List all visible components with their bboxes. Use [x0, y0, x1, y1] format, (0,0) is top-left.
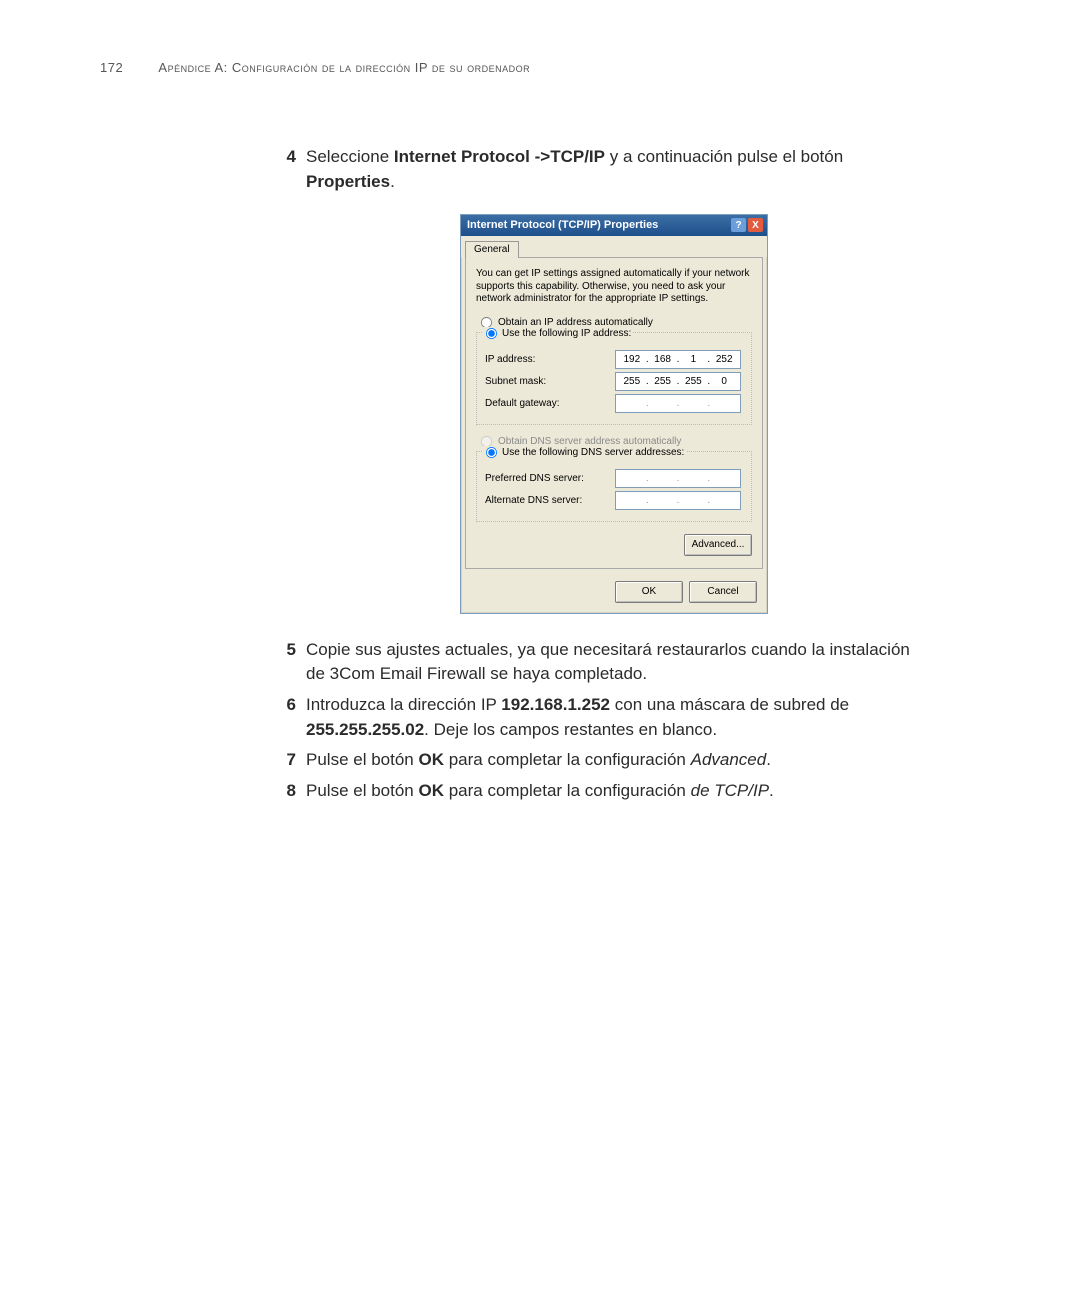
step-5-text: Copie sus ajustes actuales, ya que neces… [306, 638, 930, 687]
ip-address-label: IP address: [485, 354, 615, 365]
step-8: 8 Pulse el botón OK para completar la co… [270, 779, 930, 804]
step-number: 4 [270, 145, 296, 170]
page-number: 172 [100, 60, 155, 75]
step-number: 7 [270, 748, 296, 773]
radio-use-ip-input[interactable] [486, 328, 497, 339]
step-7-text-c: . [766, 750, 771, 769]
dialog-description: You can get IP settings assigned automat… [476, 268, 752, 306]
step-4: 4 Seleccione Internet Protocol ->TCP/IP … [270, 145, 930, 194]
step-6-text-c: . Deje los campos restantes en blanco. [424, 720, 717, 739]
ip-oct-4: 252 [712, 354, 736, 365]
tab-general[interactable]: General [465, 241, 519, 258]
radio-use-ip-label: Use the following IP address: [502, 328, 631, 339]
pref-dns-field[interactable]: . . . [615, 469, 741, 488]
page-header: 172 Apéndice A: Configuración de la dire… [100, 60, 980, 75]
step-8-text-a: Pulse el botón [306, 781, 418, 800]
ip-oct-3: 1 [681, 354, 705, 365]
default-gateway-field[interactable]: . . . [615, 394, 741, 413]
sn-oct-2: 255 [651, 376, 675, 387]
step-7-text-a: Pulse el botón [306, 750, 418, 769]
dialog-titlebar: Internet Protocol (TCP/IP) Properties ? … [461, 215, 767, 236]
step-7: 7 Pulse el botón OK para completar la co… [270, 748, 930, 773]
step-8-text-b: para completar la configuración [444, 781, 691, 800]
ip-oct-1: 192 [620, 354, 644, 365]
advanced-button[interactable]: Advanced... [684, 534, 752, 556]
ip-oct-2: 168 [651, 354, 675, 365]
radio-use-dns[interactable]: Use the following DNS server addresses: [483, 446, 686, 459]
alt-dns-field[interactable]: . . . [615, 491, 741, 510]
step-7-text-b: para completar la configuración [444, 750, 691, 769]
close-button[interactable]: X [748, 218, 763, 232]
subnet-mask-label: Subnet mask: [485, 376, 615, 387]
step-8-text-c: . [769, 781, 774, 800]
step-5: 5 Copie sus ajustes actuales, ya que nec… [270, 638, 930, 687]
radio-use-dns-input[interactable] [486, 447, 497, 458]
question-icon: ? [735, 220, 741, 231]
radio-use-ip[interactable]: Use the following IP address: [483, 327, 633, 340]
step-8-bold: OK [418, 781, 444, 800]
tcpip-properties-dialog: Internet Protocol (TCP/IP) Properties ? … [460, 214, 768, 614]
step-7-italic: Advanced [691, 750, 767, 769]
step-6: 6 Introduzca la dirección IP 192.168.1.2… [270, 693, 930, 742]
alt-dns-label: Alternate DNS server: [485, 495, 615, 506]
step-4-text-b: y a continuación pulse el botón [605, 147, 843, 166]
dialog-panel: You can get IP settings assigned automat… [465, 257, 763, 569]
dialog-title: Internet Protocol (TCP/IP) Properties [467, 219, 658, 231]
pref-dns-label: Preferred DNS server: [485, 473, 615, 484]
step-number: 6 [270, 693, 296, 718]
close-icon: X [752, 220, 759, 231]
ok-button[interactable]: OK [615, 581, 683, 603]
step-4-text-c: . [390, 172, 395, 191]
step-6-text-a: Introduzca la dirección IP [306, 695, 501, 714]
sn-oct-3: 255 [681, 376, 705, 387]
step-number: 5 [270, 638, 296, 663]
sn-oct-4: 0 [712, 376, 736, 387]
step-6-bold-1: 192.168.1.252 [501, 695, 610, 714]
radio-use-dns-label: Use the following DNS server addresses: [502, 447, 684, 458]
sn-oct-1: 255 [620, 376, 644, 387]
subnet-mask-field[interactable]: 255. 255. 255. 0 [615, 372, 741, 391]
step-6-bold-2: 255.255.255.02 [306, 720, 424, 739]
step-4-text-a: Seleccione [306, 147, 394, 166]
step-4-bold-1: Internet Protocol ->TCP/IP [394, 147, 605, 166]
ip-address-field[interactable]: 192. 168. 1. 252 [615, 350, 741, 369]
step-8-italic: de TCP/IP [691, 781, 769, 800]
step-7-bold: OK [418, 750, 444, 769]
help-button[interactable]: ? [731, 218, 746, 232]
step-number: 8 [270, 779, 296, 804]
step-6-text-b: con una máscara de subred de [610, 695, 849, 714]
default-gateway-label: Default gateway: [485, 398, 615, 409]
cancel-button[interactable]: Cancel [689, 581, 757, 603]
header-title: Apéndice A: Configuración de la direcció… [158, 60, 530, 75]
step-4-bold-2: Properties [306, 172, 390, 191]
